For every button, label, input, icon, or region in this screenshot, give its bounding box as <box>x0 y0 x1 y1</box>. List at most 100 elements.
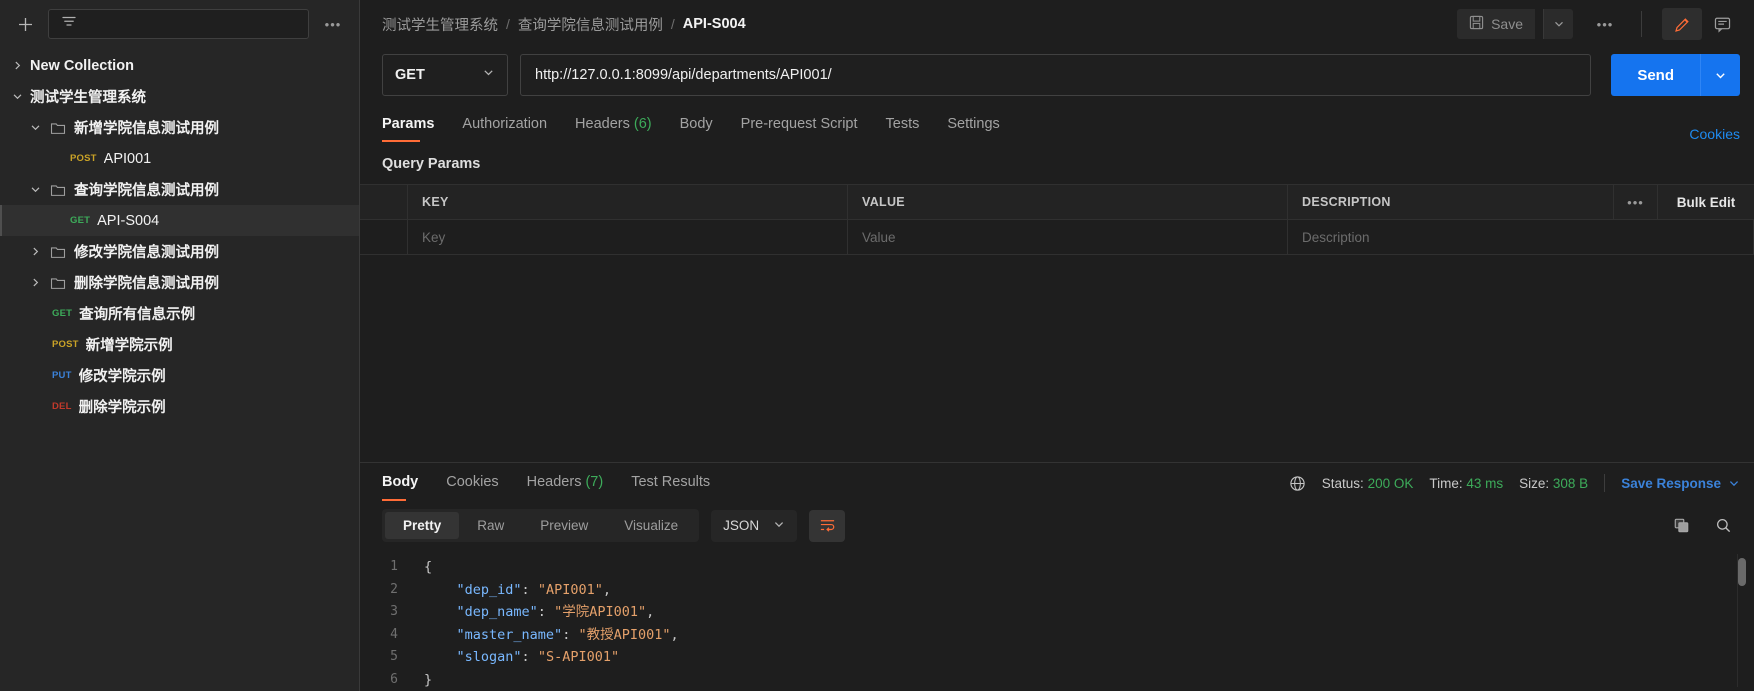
save-options-caret[interactable] <box>1543 9 1573 39</box>
new-item-button[interactable] <box>12 11 38 37</box>
search-icon[interactable] <box>1708 512 1738 540</box>
view-mode-pretty[interactable]: Pretty <box>385 512 460 539</box>
comments-icon[interactable] <box>1702 8 1742 40</box>
tree-item-collection[interactable]: 测试学生管理系统 <box>0 81 359 112</box>
chevron-right-icon[interactable] <box>22 277 48 288</box>
code-line: "dep_id": "API001", <box>424 579 1754 602</box>
chevron-right-icon[interactable] <box>4 60 30 71</box>
tab-label: Tests <box>885 116 920 132</box>
save-label: Save <box>1491 16 1523 32</box>
row-checkbox[interactable] <box>360 220 408 254</box>
response-body-code[interactable]: 1 2 3 4 5 6 { "dep_id": "API001", "dep_name":… <box>360 550 1754 691</box>
tab-label: Body <box>679 116 713 132</box>
tree-item-folder[interactable]: 新增学院信息测试用例 <box>0 112 359 143</box>
tab-headers[interactable]: Headers (6) <box>561 116 666 142</box>
copy-icon[interactable] <box>1666 512 1696 540</box>
code-token: "学院API001" <box>554 604 647 620</box>
tab-authorization[interactable]: Authorization <box>448 116 561 142</box>
save-button[interactable]: Save <box>1457 9 1535 39</box>
tree-item-label: 修改学院信息测试用例 <box>74 245 219 261</box>
code-line: "dep_name": "学院API001", <box>424 601 1754 624</box>
response-tab-test-results[interactable]: Test Results <box>617 474 724 501</box>
chevron-right-icon[interactable] <box>22 246 48 257</box>
chevron-down-icon[interactable] <box>22 122 48 133</box>
save-response-button[interactable]: Save Response <box>1621 476 1740 491</box>
header-key-cell: KEY <box>408 185 848 219</box>
tree-item-request[interactable]: POST API001 <box>0 143 359 174</box>
response-tabs: Body Cookies Headers (7) Test Results Status… <box>360 463 1754 501</box>
tab-tests[interactable]: Tests <box>872 116 934 142</box>
tree-item-collection[interactable]: New Collection <box>0 50 359 81</box>
line-numbers: 1 2 3 4 5 6 <box>360 556 408 691</box>
sidebar-filter-input[interactable] <box>48 9 309 39</box>
view-mode-segmented: Pretty Raw Preview Visualize <box>382 509 700 542</box>
line-number: 5 <box>390 649 398 664</box>
row-key-input[interactable]: Key <box>408 220 848 254</box>
meta-divider <box>1604 474 1606 492</box>
request-more-button[interactable]: ••• <box>1589 9 1621 39</box>
bulk-edit-button[interactable]: Bulk Edit <box>1658 185 1754 219</box>
tab-label: Pre-request Script <box>740 116 858 132</box>
send-button[interactable]: Send <box>1611 54 1700 96</box>
breadcrumb-collection[interactable]: 测试学生管理系统 <box>382 14 498 35</box>
tab-settings[interactable]: Settings <box>933 116 1013 142</box>
code-token: { <box>424 559 433 575</box>
row-value-input[interactable]: Value <box>848 220 1288 254</box>
time-badge: Time: 43 ms <box>1429 475 1504 491</box>
response-tab-headers[interactable]: Headers (7) <box>513 474 618 501</box>
request-body-spacer <box>360 255 1754 462</box>
tab-label: Test Results <box>631 474 711 490</box>
tab-label: Cookies <box>446 474 499 490</box>
tree-item-label: 查询学院信息测试用例 <box>74 183 219 199</box>
response-scrollbar-thumb[interactable] <box>1738 558 1746 586</box>
folder-icon <box>48 182 68 198</box>
code-token: } <box>424 671 433 688</box>
tree-item-request[interactable]: PUT 修改学院示例 <box>0 360 359 391</box>
code-token: : <box>562 626 579 643</box>
tree-item-request[interactable]: POST 新增学院示例 <box>0 329 359 360</box>
tree-item-label: 查询所有信息示例 <box>79 307 196 323</box>
filter-icon <box>61 14 77 35</box>
http-method-select[interactable]: GET <box>382 54 508 96</box>
tab-params[interactable]: Params <box>382 116 448 142</box>
folder-icon <box>48 244 68 260</box>
edit-pencil-icon[interactable] <box>1662 8 1702 40</box>
code-token: : <box>537 604 555 620</box>
table-more-button[interactable]: ••• <box>1614 185 1658 219</box>
tab-count: (6) <box>633 116 652 132</box>
wrap-lines-button[interactable] <box>809 509 846 542</box>
view-mode-preview[interactable]: Preview <box>522 512 606 539</box>
response-panel: Body Cookies Headers (7) Test Results Status… <box>360 462 1754 691</box>
cookies-link[interactable]: Cookies <box>1689 126 1740 142</box>
tab-pre-request-script[interactable]: Pre-request Script <box>727 116 872 142</box>
tab-body[interactable]: Body <box>666 116 727 142</box>
line-number: 1 <box>390 559 398 574</box>
response-meta: Status: 200 OK Time: 43 ms Size: 308 B S… <box>1289 474 1740 501</box>
tree-item-request[interactable]: DEL 删除学院示例 <box>0 391 359 422</box>
view-mode-visualize[interactable]: Visualize <box>606 512 696 539</box>
send-options-caret[interactable] <box>1700 54 1740 96</box>
view-mode-raw[interactable]: Raw <box>459 512 522 539</box>
row-description-input[interactable]: Description <box>1288 220 1754 254</box>
tree-item-request[interactable]: GET 查询所有信息示例 <box>0 298 359 329</box>
response-tab-cookies[interactable]: Cookies <box>432 474 512 501</box>
code-fold-column <box>408 556 422 691</box>
tree-item-folder[interactable]: 查询学院信息测试用例 <box>0 174 359 205</box>
tree-item-folder[interactable]: 删除学院信息测试用例 <box>0 267 359 298</box>
header-checkbox-cell <box>360 185 408 219</box>
response-tab-body[interactable]: Body <box>382 474 432 501</box>
response-format-value: JSON <box>723 518 760 533</box>
breadcrumb-folder[interactable]: 查询学院信息测试用例 <box>518 14 663 35</box>
code-line: } <box>424 669 1754 691</box>
json-body: { "dep_id": "API001", "dep_name": "学院API… <box>422 556 1754 691</box>
globe-icon <box>1289 475 1306 492</box>
tree-item-label: 测试学生管理系统 <box>30 90 146 106</box>
chevron-down-icon[interactable] <box>4 91 30 102</box>
sidebar-more-button[interactable]: ••• <box>319 11 347 37</box>
tree-item-request[interactable]: GET API-S004 <box>0 205 359 236</box>
tree-item-folder[interactable]: 修改学院信息测试用例 <box>0 236 359 267</box>
url-input[interactable]: http://127.0.0.1:8099/api/departments/AP… <box>520 54 1592 96</box>
response-format-select[interactable]: JSON <box>711 509 798 542</box>
chevron-down-icon[interactable] <box>22 184 48 195</box>
code-token: "API001" <box>537 581 603 598</box>
